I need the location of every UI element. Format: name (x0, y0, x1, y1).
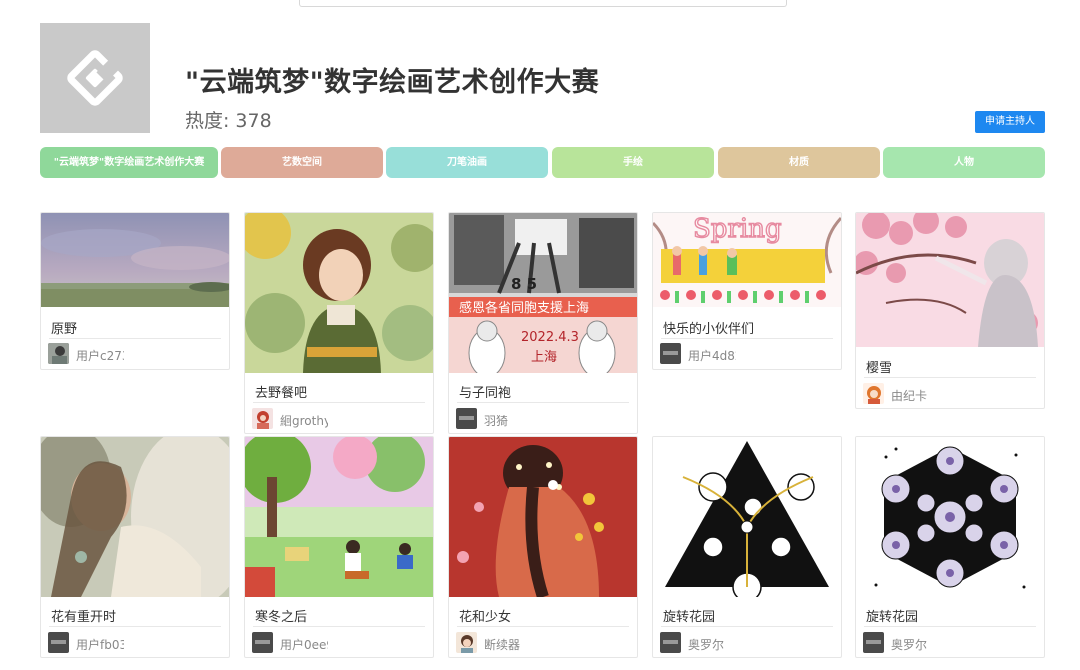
user-avatar[interactable] (456, 632, 477, 653)
art-text-city: 上海 (531, 350, 557, 365)
user-avatar[interactable] (660, 343, 681, 364)
art-text-banner: 感恩各省同胞支援上海 (459, 300, 589, 316)
artwork-card[interactable]: 旋转花园 奥罗尔 (652, 436, 842, 658)
artwork-title[interactable]: 去野餐吧 (255, 382, 307, 401)
user-name[interactable]: 用户0ee9 (280, 636, 328, 653)
artwork-title[interactable]: 原野 (51, 318, 77, 337)
artwork-title[interactable]: 与子同袍 (459, 382, 511, 401)
user-name[interactable]: 断续器 (484, 636, 532, 653)
card-divider (253, 626, 425, 627)
artwork-card[interactable]: 寒冬之后 用户0ee9 (244, 436, 434, 658)
tag-oil-painting[interactable]: 刀笔油画 (386, 147, 548, 178)
tag-label: 艺数空间 (282, 157, 322, 168)
tag-label: "云端筑梦"数字绘画艺术创作大赛 (53, 157, 205, 168)
artwork-card[interactable]: 旋转花园 奥罗尔 (855, 436, 1045, 658)
art-text-numbers: 8 5 (511, 275, 537, 293)
user-name[interactable]: 用户c273 (76, 347, 124, 364)
user-name[interactable]: 用户fb03 (76, 636, 124, 653)
tag-label: 手绘 (623, 157, 643, 168)
tag-contest[interactable]: "云端筑梦"数字绘画艺术创作大赛 (40, 147, 218, 178)
heat-indicator: 热度: 378 (185, 106, 272, 133)
tag-texture[interactable]: 材质 (718, 147, 880, 178)
card-divider (864, 377, 1036, 378)
artwork-image[interactable] (856, 213, 1044, 347)
topic-logo-icon (67, 50, 123, 106)
user-avatar[interactable] (252, 408, 273, 429)
artwork-image[interactable] (653, 437, 841, 597)
artwork-title[interactable]: 寒冬之后 (255, 606, 307, 625)
art-text-date: 2022.4.3 (521, 330, 579, 345)
artwork-title[interactable]: 旋转花园 (663, 606, 715, 625)
artwork-image[interactable] (856, 437, 1044, 597)
artwork-image[interactable] (245, 437, 433, 597)
artwork-title[interactable]: 快乐的小伙伴们 (663, 318, 754, 337)
card-divider (864, 626, 1036, 627)
heat-value: 378 (235, 110, 272, 132)
artwork-card[interactable]: Spring 快乐的小伙伴们 用户4d82 (652, 212, 842, 370)
card-divider (49, 338, 221, 339)
tag-label: 人物 (954, 157, 974, 168)
artwork-title[interactable]: 旋转花园 (866, 606, 918, 625)
tag-label: 材质 (789, 157, 809, 168)
tag-portrait[interactable]: 人物 (883, 147, 1045, 178)
card-divider (49, 626, 221, 627)
tag-label: 刀笔油画 (447, 157, 487, 168)
art-text-word: Spring (693, 214, 782, 244)
artwork-card[interactable]: 原野 用户c273 (40, 212, 230, 370)
artwork-card[interactable]: 花有重开时 用户fb03 (40, 436, 230, 658)
user-avatar[interactable] (456, 408, 477, 429)
user-avatar[interactable] (252, 632, 273, 653)
user-name[interactable]: 奥罗尔 (891, 636, 939, 653)
artwork-card[interactable]: 8 5 感恩各省同胞支援上海 2022.4.3 上海 与子同袍 羽猗 (448, 212, 638, 434)
user-name[interactable]: 用户4d82 (688, 347, 736, 364)
user-avatar[interactable] (48, 632, 69, 653)
artwork-title[interactable]: 樱雪 (866, 357, 892, 376)
artwork-title[interactable]: 花有重开时 (51, 606, 116, 625)
artwork-image[interactable]: Spring (653, 213, 841, 307)
tag-art-space[interactable]: 艺数空间 (221, 147, 383, 178)
card-divider (253, 402, 425, 403)
topic-logo (40, 23, 150, 133)
user-name[interactable]: 絗grothy (280, 412, 328, 429)
artwork-card[interactable]: 樱雪 由纪卡 (855, 212, 1045, 409)
user-name[interactable]: 由纪卡 (891, 387, 939, 404)
heat-label: 热度: (185, 110, 230, 132)
user-avatar[interactable] (863, 383, 884, 404)
artwork-image[interactable] (449, 437, 637, 597)
top-search-box[interactable] (299, 0, 787, 7)
artwork-title[interactable]: 花和少女 (459, 606, 511, 625)
card-divider (661, 338, 833, 339)
user-avatar[interactable] (863, 632, 884, 653)
tag-hand-drawn[interactable]: 手绘 (552, 147, 714, 178)
user-avatar[interactable] (660, 632, 681, 653)
artwork-image[interactable]: 8 5 感恩各省同胞支援上海 2022.4.3 上海 (449, 213, 637, 373)
page-title: "云端筑梦"数字绘画艺术创作大赛 (185, 67, 600, 98)
artwork-card[interactable]: 去野餐吧 絗grothy (244, 212, 434, 434)
artwork-image[interactable] (245, 213, 433, 373)
artwork-image[interactable] (41, 213, 229, 307)
user-name[interactable]: 羽猗 (484, 412, 532, 429)
apply-host-button[interactable]: 申请主持人 (975, 111, 1045, 133)
card-divider (457, 626, 629, 627)
card-divider (661, 626, 833, 627)
user-avatar[interactable] (48, 343, 69, 364)
artwork-image[interactable] (41, 437, 229, 597)
card-divider (457, 402, 629, 403)
artwork-card[interactable]: 花和少女 断续器 (448, 436, 638, 658)
user-name[interactable]: 奥罗尔 (688, 636, 736, 653)
